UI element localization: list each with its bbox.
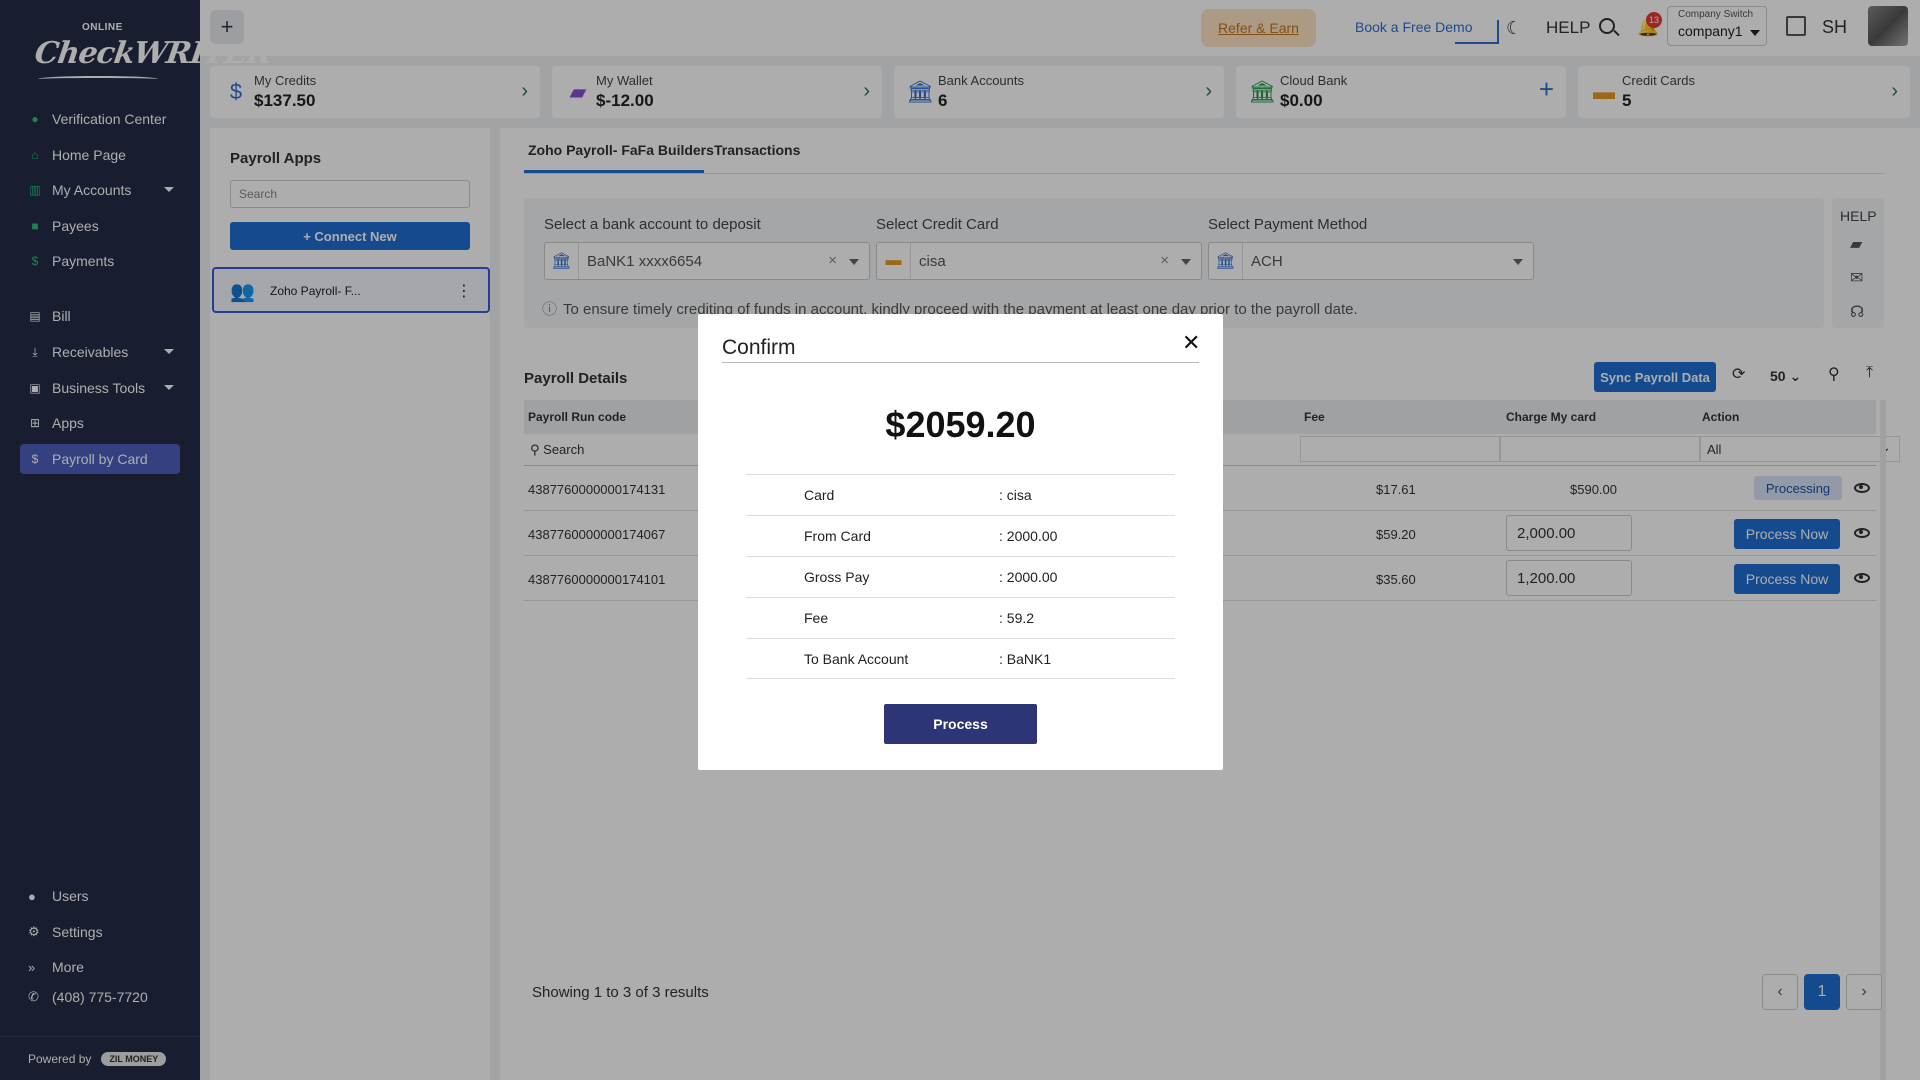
detail-value: : BaNK1	[999, 651, 1052, 667]
detail-row-to-bank: To Bank Account : BaNK1	[746, 638, 1175, 679]
detail-key: From Card	[804, 528, 871, 544]
dialog-divider	[722, 362, 1199, 363]
detail-key: To Bank Account	[804, 651, 909, 667]
process-button[interactable]: Process	[884, 704, 1037, 744]
detail-value: : 2000.00	[999, 528, 1058, 544]
detail-row-fee: Fee : 59.2	[746, 597, 1175, 638]
total-amount: $2059.20	[885, 404, 1036, 445]
detail-key: Card	[804, 487, 835, 503]
dialog-title: Confirm	[722, 336, 796, 359]
confirm-dialog: Confirm ✕ $2059.20 Card : cisa From Card:…	[698, 314, 1223, 770]
detail-value: : 2000.00	[999, 569, 1058, 585]
detail-row-card: Card : cisa	[746, 474, 1175, 515]
close-icon[interactable]: ✕	[1182, 330, 1200, 356]
detail-value: : cisa	[999, 487, 1032, 503]
detail-value: : 59.2	[999, 610, 1035, 626]
confirm-details-table: Card : cisa From Card : 2000.00 Gross Pay:…	[746, 474, 1175, 679]
detail-row-gross-pay: Gross Pay : 2000.00	[746, 556, 1175, 597]
detail-key: Fee	[804, 610, 829, 626]
detail-row-from-card: From Card : 2000.00	[746, 515, 1175, 556]
detail-key: Gross Pay	[804, 569, 870, 585]
